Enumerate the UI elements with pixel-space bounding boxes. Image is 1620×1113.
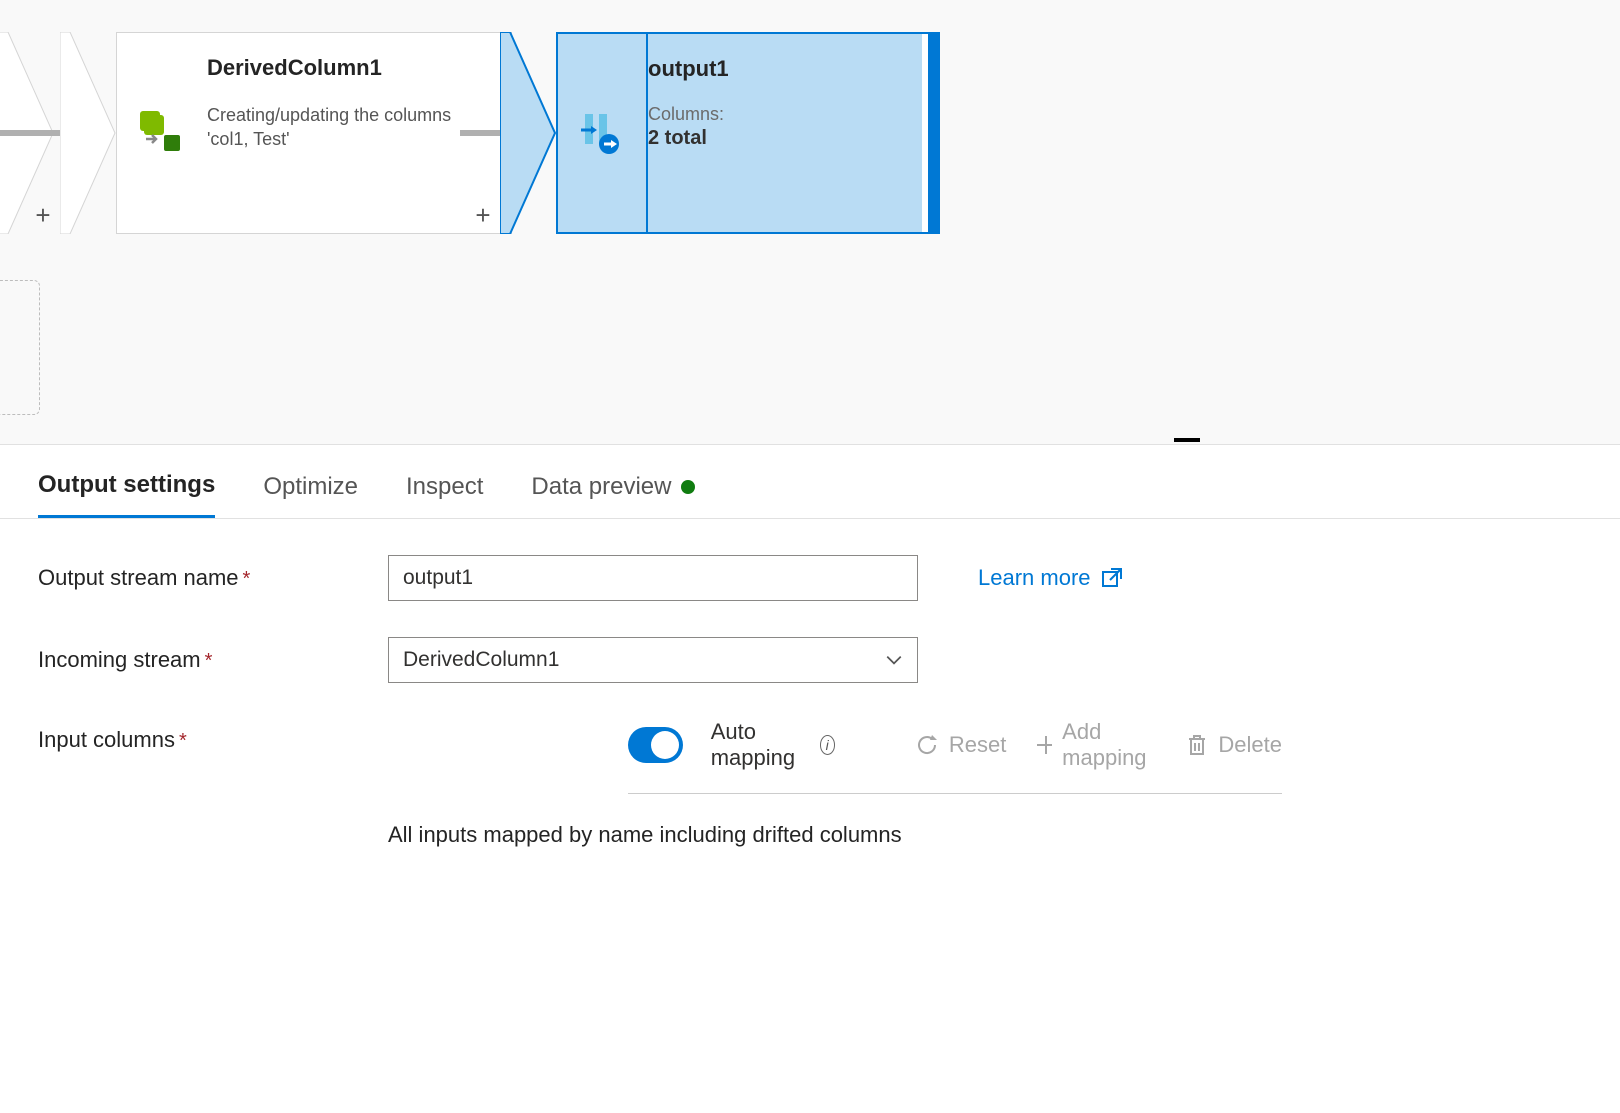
- panel-resize-handle[interactable]: [1174, 438, 1200, 442]
- settings-tabs: Output settings Optimize Inspect Data pr…: [0, 445, 1620, 519]
- incoming-stream-select[interactable]: DerivedColumn1: [388, 637, 918, 683]
- connector-line: [0, 130, 68, 136]
- tab-data-preview[interactable]: Data preview: [531, 471, 695, 518]
- incoming-stream-label: Incoming stream*: [38, 647, 388, 673]
- add-mapping-button[interactable]: Add mapping: [1034, 719, 1158, 771]
- learn-more-link[interactable]: Learn more: [978, 565, 1123, 591]
- tab-output-settings[interactable]: Output settings: [38, 471, 215, 518]
- add-step-button-mid[interactable]: +: [468, 200, 498, 231]
- input-columns-label: Input columns*: [38, 719, 278, 753]
- mapping-status-text: All inputs mapped by name including drif…: [388, 822, 1582, 848]
- reset-icon: [915, 733, 939, 757]
- auto-mapping-label: Auto mapping i: [711, 719, 835, 771]
- info-icon[interactable]: i: [820, 735, 835, 755]
- chevron-down-icon: [885, 651, 903, 669]
- incoming-stream-value: DerivedColumn1: [403, 648, 559, 672]
- trash-icon: [1186, 733, 1208, 757]
- node-description: Creating/updating the columns 'col1, Tes…: [207, 103, 487, 152]
- auto-mapping-toggle[interactable]: [628, 727, 683, 763]
- reset-button[interactable]: Reset: [915, 732, 1006, 758]
- sink-icon: [579, 110, 625, 156]
- node-derived-column[interactable]: DerivedColumn1 Creating/updating the col…: [60, 32, 512, 234]
- tab-data-preview-label: Data preview: [531, 473, 671, 501]
- placeholder-node: [0, 280, 40, 415]
- output-stream-name-input[interactable]: [388, 555, 918, 601]
- output-settings-form: Output stream name* Learn more Incoming …: [0, 519, 1620, 884]
- add-step-button-left[interactable]: +: [28, 200, 58, 231]
- external-link-icon: [1101, 567, 1123, 589]
- node-output[interactable]: output1 Columns: 2 total: [500, 32, 940, 234]
- columns-label: Columns:: [648, 104, 914, 125]
- node-title: output1: [648, 52, 914, 82]
- tab-optimize[interactable]: Optimize: [263, 471, 358, 518]
- node-title: DerivedColumn1: [207, 51, 487, 81]
- plus-icon: [1034, 733, 1052, 757]
- delete-button[interactable]: Delete: [1186, 732, 1282, 758]
- derived-column-icon: [138, 109, 186, 157]
- tab-inspect[interactable]: Inspect: [406, 471, 483, 518]
- status-dot-icon: [681, 480, 695, 494]
- output-stream-name-label: Output stream name*: [38, 565, 388, 591]
- flow-canvas[interactable]: + DerivedColumn1 Creating/updating the c…: [0, 0, 1620, 445]
- columns-count: 2 total: [648, 127, 914, 150]
